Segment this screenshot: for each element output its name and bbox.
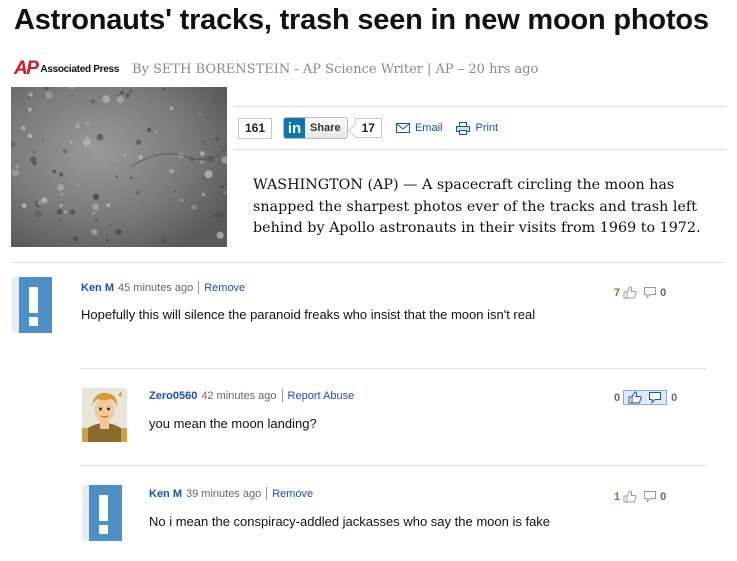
placeholder-avatar-icon[interactable] <box>12 277 52 333</box>
thumbs-up-icon[interactable] <box>628 391 642 404</box>
reply-divider <box>80 465 706 466</box>
vote-buttons <box>623 390 668 405</box>
thumbs-down-count: 0 <box>660 286 667 299</box>
byline-outlet-time: | AP – 20 hrs ago <box>426 61 539 77</box>
comment-author[interactable]: Zero0560 <box>149 390 197 402</box>
email-link[interactable]: Email <box>395 122 443 134</box>
linkedin-icon: in <box>284 118 306 138</box>
byline: AP Associated Press By SETH BORENSTEIN -… <box>14 58 542 80</box>
article-lede: WASHINGTON (AP) — A spacecraft circling … <box>253 177 701 236</box>
comment-text: you mean the moon landing? <box>149 416 317 431</box>
comment-time: 45 minutes ago <box>118 281 194 294</box>
comment-votes: 0 0 <box>614 390 677 405</box>
cartoon-avatar-icon[interactable] <box>82 388 127 442</box>
moon-surface-photo[interactable] <box>11 87 227 247</box>
thumbs-down-icon[interactable] <box>643 490 657 503</box>
article-headline: Astronauts' tracks, trash seen in new mo… <box>14 4 709 36</box>
comment-votes: 7 0 <box>614 286 666 299</box>
ap-logo-mark: AP <box>14 58 39 79</box>
share-bar: 161 in Share 17 Email Print <box>234 106 726 150</box>
comments-divider <box>11 262 725 263</box>
comment-author[interactable]: Ken M <box>149 488 182 500</box>
comment-header: Ken M 39 minutes ago Remove <box>149 487 313 500</box>
linkedin-count-callout: 17 <box>354 117 382 138</box>
byline-text: By SETH BORENSTEIN - AP Science Writer | … <box>132 62 542 77</box>
comment-time: 39 minutes ago <box>186 487 262 500</box>
linkedin-share-label: Share <box>310 122 341 134</box>
comment-time: 42 minutes ago <box>201 389 277 402</box>
thumbs-up-count: 0 <box>614 391 621 404</box>
thumbs-up-icon[interactable] <box>623 490 637 503</box>
comment-header: Ken M 45 minutes ago Remove <box>81 281 245 294</box>
envelope-icon <box>395 123 410 133</box>
remove-link[interactable]: Remove <box>204 282 245 294</box>
comment-text: Hopefully this will silence the paranoid… <box>81 307 536 322</box>
facebook-count: 161 <box>238 117 273 139</box>
email-label: Email <box>414 122 443 134</box>
ap-logo-name: Associated Press <box>40 63 119 75</box>
thumbs-down-count: 0 <box>660 490 667 503</box>
thumbs-down-count: 0 <box>671 391 678 404</box>
thumbs-down-icon[interactable] <box>643 286 657 299</box>
ap-logo[interactable]: AP Associated Press <box>14 58 119 80</box>
comment-author[interactable]: Ken M <box>81 282 114 294</box>
reply-divider <box>80 368 706 369</box>
separator <box>266 487 268 500</box>
report-abuse-link[interactable]: Report Abuse <box>288 390 355 402</box>
comment-header: Zero0560 42 minutes ago Report Abuse <box>149 389 354 402</box>
print-label: Print <box>475 122 499 134</box>
remove-link[interactable]: Remove <box>272 488 313 500</box>
thumbs-down-icon[interactable] <box>648 391 662 404</box>
separator <box>198 281 200 294</box>
byline-author: By SETH BORENSTEIN - AP Science Writer <box>132 61 423 77</box>
print-link[interactable]: Print <box>456 121 499 135</box>
comment-votes: 1 0 <box>614 490 666 503</box>
thumbs-up-count: 1 <box>614 490 621 503</box>
printer-icon <box>456 121 471 135</box>
placeholder-avatar-icon[interactable] <box>82 485 122 541</box>
separator <box>281 389 283 402</box>
linkedin-share-button[interactable]: in Share <box>283 117 348 139</box>
comment-text: No i mean the conspiracy-addled jackasse… <box>149 514 551 529</box>
linkedin-count: 17 <box>354 117 382 138</box>
thumbs-up-count: 7 <box>614 286 621 299</box>
thumbs-up-icon[interactable] <box>623 286 637 299</box>
